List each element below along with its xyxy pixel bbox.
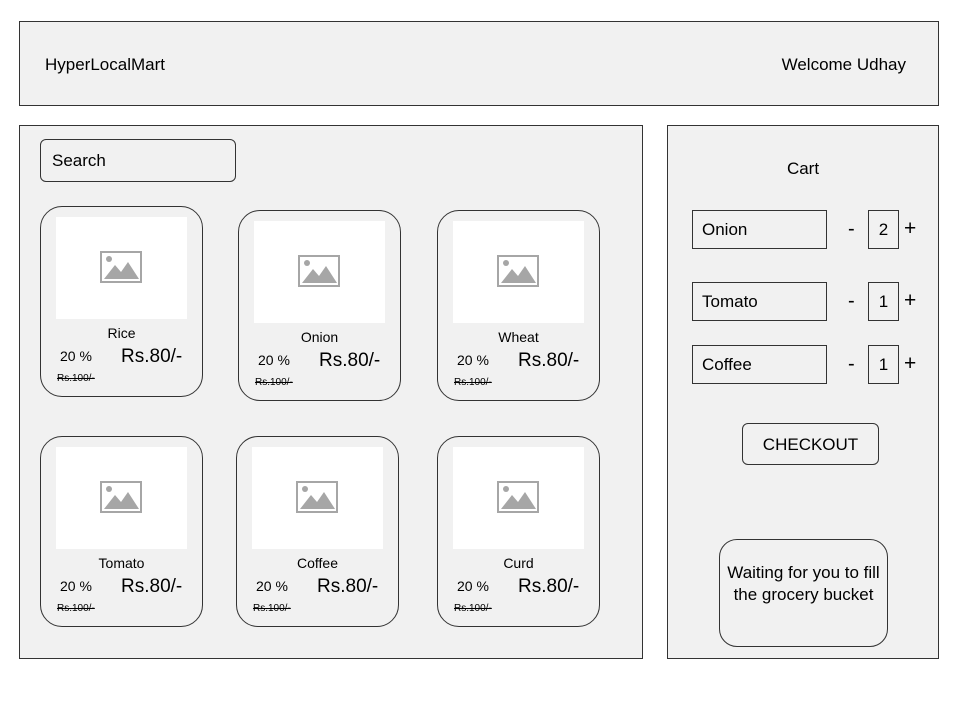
- cart-item-name: Tomato: [692, 282, 827, 321]
- product-name: Curd: [503, 555, 534, 571]
- old-price-label: Rs.100/-: [253, 603, 291, 614]
- product-image: [453, 221, 584, 323]
- old-price-label: Rs.100/-: [454, 377, 492, 388]
- image-placeholder-icon: [497, 255, 539, 287]
- checkout-button[interactable]: CHECKOUT: [742, 423, 879, 465]
- price-label: Rs.80/-: [121, 346, 183, 367]
- discount-label: 20 %: [457, 352, 489, 368]
- product-image: [254, 221, 385, 323]
- discount-label: 20 %: [60, 578, 92, 594]
- price-label: Rs.80/-: [121, 576, 183, 597]
- image-placeholder-icon: [298, 255, 340, 287]
- old-price-label: Rs.100/-: [255, 377, 293, 388]
- product-image: [56, 447, 187, 549]
- product-card-coffee[interactable]: Coffee 20 % Rs.80/- Rs.100/-: [236, 436, 399, 627]
- cart-item-name: Coffee: [692, 345, 827, 384]
- increase-qty-button[interactable]: +: [904, 289, 916, 313]
- product-image: [56, 217, 187, 319]
- product-card-rice[interactable]: Rice 20 % Rs.80/- Rs.100/-: [40, 206, 203, 397]
- quantity-field[interactable]: 1: [868, 282, 899, 321]
- search-input[interactable]: Search: [40, 139, 236, 182]
- quantity-field[interactable]: 1: [868, 345, 899, 384]
- discount-label: 20 %: [457, 578, 489, 594]
- price-label: Rs.80/-: [518, 350, 580, 371]
- product-name: Coffee: [297, 555, 338, 571]
- cart-title: Cart: [786, 159, 820, 178]
- image-placeholder-icon: [296, 481, 338, 513]
- product-name: Wheat: [498, 329, 539, 345]
- empty-cart-message: Waiting for you to fill the grocery buck…: [719, 539, 888, 647]
- discount-label: 20 %: [60, 348, 92, 364]
- increase-qty-button[interactable]: +: [904, 217, 916, 241]
- image-placeholder-icon: [497, 481, 539, 513]
- product-card-tomato[interactable]: Tomato 20 % Rs.80/- Rs.100/-: [40, 436, 203, 627]
- product-card-wheat[interactable]: Wheat 20 % Rs.80/- Rs.100/-: [437, 210, 600, 401]
- product-image: [252, 447, 383, 549]
- cart-panel: Cart Onion - 2 + Tomato - 1 + Coffee - 1…: [667, 125, 939, 659]
- increase-qty-button[interactable]: +: [904, 352, 916, 376]
- discount-label: 20 %: [258, 352, 290, 368]
- old-price-label: Rs.100/-: [57, 603, 95, 614]
- discount-label: 20 %: [256, 578, 288, 594]
- product-card-curd[interactable]: Curd 20 % Rs.80/- Rs.100/-: [437, 436, 600, 627]
- decrease-qty-button[interactable]: -: [848, 218, 855, 241]
- product-name: Onion: [300, 329, 339, 345]
- product-panel: Search Rice 20 % Rs.80/- Rs.100/- Onion …: [19, 125, 643, 659]
- cart-item-name: Onion: [692, 210, 827, 249]
- product-card-onion[interactable]: Onion 20 % Rs.80/- Rs.100/-: [238, 210, 401, 401]
- image-placeholder-icon: [100, 251, 142, 283]
- decrease-qty-button[interactable]: -: [848, 290, 855, 313]
- product-image: [453, 447, 584, 549]
- header-bar: HyperLocalMart Welcome Udhay: [19, 21, 939, 106]
- price-label: Rs.80/-: [518, 576, 580, 597]
- old-price-label: Rs.100/-: [57, 373, 95, 384]
- price-label: Rs.80/-: [319, 350, 381, 371]
- product-name: Tomato: [98, 555, 145, 571]
- quantity-field[interactable]: 2: [868, 210, 899, 249]
- decrease-qty-button[interactable]: -: [848, 353, 855, 376]
- brand-title[interactable]: HyperLocalMart: [45, 55, 165, 75]
- product-name: Rice: [107, 325, 136, 341]
- welcome-text: Welcome Udhay: [781, 55, 906, 74]
- price-label: Rs.80/-: [317, 576, 379, 597]
- old-price-label: Rs.100/-: [454, 603, 492, 614]
- image-placeholder-icon: [100, 481, 142, 513]
